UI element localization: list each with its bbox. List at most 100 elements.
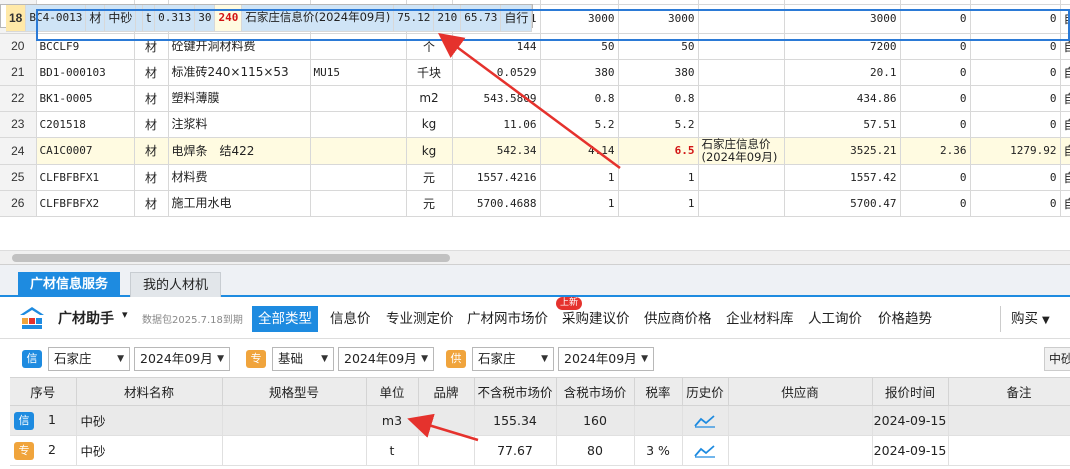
cell-total[interactable]: 0 xyxy=(970,59,1061,86)
cell-name[interactable]: 砼键开洞材料费 xyxy=(168,33,311,60)
cell-diff[interactable]: 0 xyxy=(900,85,971,112)
cell-name[interactable]: 中砂 xyxy=(76,435,223,466)
cell-qty[interactable]: 11.06 xyxy=(452,111,541,138)
cell-tax[interactable] xyxy=(634,405,683,436)
cell-spec[interactable] xyxy=(310,164,407,191)
cell-note[interactable]: 自行 xyxy=(500,5,533,32)
search-keyword-field[interactable]: 中砂 xyxy=(1044,347,1070,371)
column-header[interactable]: 单位 xyxy=(366,377,419,406)
cell-date[interactable]: 2024-09-15 xyxy=(872,405,949,436)
cell-source[interactable] xyxy=(698,33,785,60)
cell-qty[interactable]: 1557.4216 xyxy=(452,164,541,191)
cell-source[interactable] xyxy=(698,190,785,217)
cell-amount[interactable]: 20.1 xyxy=(784,59,901,86)
region-select-info[interactable]: 石家庄 ▼ xyxy=(48,347,130,371)
cell-code[interactable]: CLFBFBFX2 xyxy=(36,190,135,217)
cell-amount[interactable]: 3000 xyxy=(784,4,901,34)
cell-price2[interactable]: 3000 xyxy=(618,4,699,34)
cell-type[interactable]: 材 xyxy=(134,164,169,191)
cell-amount[interactable]: 5700.47 xyxy=(784,190,901,217)
cell-note[interactable]: 自行 xyxy=(1060,137,1070,165)
cell-total[interactable]: 1279.92 xyxy=(970,137,1061,165)
cell-spec[interactable] xyxy=(135,5,144,32)
cell-diff[interactable]: 0 xyxy=(900,111,971,138)
cell-no[interactable]: 20 xyxy=(0,33,37,60)
cell-spec[interactable] xyxy=(222,405,367,436)
category-professional-price[interactable]: 专业测定价 xyxy=(380,306,460,332)
category-supplier-price[interactable]: 供应商价格 xyxy=(638,306,718,332)
cell-name[interactable]: 中砂 xyxy=(104,5,137,32)
cell-no[interactable]: 26 xyxy=(0,190,37,217)
cell-price1[interactable]: 50 xyxy=(540,33,619,60)
cell-unit[interactable]: m2 xyxy=(406,85,453,112)
cell-type[interactable]: 材 xyxy=(134,111,169,138)
cell-total[interactable]: 0 xyxy=(970,4,1061,34)
material-row[interactable]: 21 BD1-000103 材标准砖240×115×53 MU15 千块 0.0529 38… xyxy=(0,59,1070,86)
cell-code[interactable]: BCCLF9 xyxy=(36,33,135,60)
cell-code[interactable]: CLFBFBFX1 xyxy=(36,164,135,191)
cell-diff[interactable]: 0 xyxy=(900,59,971,86)
cell-price_ex[interactable]: 77.67 xyxy=(474,435,557,466)
cell-code[interactable]: BD1-000103 xyxy=(36,59,135,86)
category-info-price[interactable]: 信息价 xyxy=(324,306,377,332)
cell-price1[interactable]: 0.8 xyxy=(540,85,619,112)
column-header[interactable]: 供应商 xyxy=(728,377,873,406)
cell-price2[interactable]: 0.8 xyxy=(618,85,699,112)
cell-code[interactable]: BC4-0013 xyxy=(25,5,87,32)
cell-price_in[interactable]: 160 xyxy=(556,405,635,436)
cell-note[interactable]: 自行 xyxy=(1060,33,1070,60)
cell-type[interactable]: 材 xyxy=(134,33,169,60)
category-enterprise-library[interactable]: 企业材料库 xyxy=(720,306,800,332)
cell-total[interactable]: 0 xyxy=(970,85,1061,112)
cell-code[interactable]: BK1-0005 xyxy=(36,85,135,112)
cell-no[interactable]: 21 xyxy=(0,59,37,86)
price-row[interactable]: 信 1 中砂 m3 155.34 160 2024-09-15 xyxy=(10,405,1070,436)
cell-no[interactable]: 22 xyxy=(0,85,37,112)
cell-name[interactable]: 标准砖240×115×53 xyxy=(168,59,311,86)
material-row[interactable]: 20BCCLF9材砼键开洞材料费个1445050720000自行 xyxy=(0,33,1070,60)
cell-history[interactable] xyxy=(682,405,729,436)
cell-price1[interactable]: 380 xyxy=(540,59,619,86)
cell-note[interactable] xyxy=(948,405,1070,436)
cell-unit[interactable]: 元 xyxy=(406,190,453,217)
horizontal-scrollbar[interactable] xyxy=(0,250,1070,264)
cell-no[interactable]: 24 xyxy=(0,137,37,165)
cell-price2[interactable]: 6.5 xyxy=(618,137,699,165)
cell-total[interactable]: 0 xyxy=(970,190,1061,217)
cell-total[interactable]: 0 xyxy=(970,33,1061,60)
chevron-down-icon[interactable]: ▾ xyxy=(122,308,128,321)
cell-note[interactable]: 自行 xyxy=(1060,164,1070,191)
cell-price_in[interactable]: 80 xyxy=(556,435,635,466)
cell-unit[interactable]: 个 xyxy=(406,33,453,60)
brand-name[interactable]: 广材助手 xyxy=(58,308,114,328)
column-header[interactable]: 序号 xyxy=(10,377,77,406)
cell-unit[interactable]: 元 xyxy=(406,164,453,191)
region-select-supplier[interactable]: 石家庄 ▼ xyxy=(472,347,554,371)
cell-diff[interactable]: 0 xyxy=(900,164,971,191)
cell-type[interactable]: 材 xyxy=(85,5,106,32)
cell-supplier[interactable] xyxy=(728,435,873,466)
cell-name[interactable]: 电焊条 结422 xyxy=(168,137,311,165)
cell-note[interactable]: 自行 xyxy=(1060,4,1070,34)
cell-no[interactable]: 18 xyxy=(6,5,27,32)
cell-amount[interactable]: 434.86 xyxy=(784,85,901,112)
cell-price2[interactable]: 1 xyxy=(618,164,699,191)
cell-diff[interactable]: 0 xyxy=(900,190,971,217)
material-row[interactable]: 25CLFBFBFX1材材料费元1557.4216111557.4200自行 xyxy=(0,164,1070,191)
cell-amount[interactable]: 1557.42 xyxy=(784,164,901,191)
cell-diff[interactable]: 0 xyxy=(900,33,971,60)
trend-chart-icon[interactable] xyxy=(694,414,716,428)
cell-brand[interactable] xyxy=(418,405,475,436)
cell-unit[interactable]: kg xyxy=(406,111,453,138)
cell-name[interactable]: 塑料薄膜 xyxy=(168,85,311,112)
cell-source[interactable] xyxy=(698,111,785,138)
cell-source[interactable] xyxy=(698,4,785,34)
cell-qty[interactable]: 542.34 xyxy=(452,137,541,165)
cell-code[interactable]: CA1C0007 xyxy=(36,137,135,165)
cell-total[interactable]: 65.73 xyxy=(460,5,502,32)
period-select-info[interactable]: 2024年09月 ▼ xyxy=(134,347,230,371)
cell-source[interactable] xyxy=(698,85,785,112)
cell-qty[interactable]: 543.5809 xyxy=(452,85,541,112)
trend-chart-icon[interactable] xyxy=(694,444,716,458)
column-header[interactable]: 历史价 xyxy=(682,377,729,406)
